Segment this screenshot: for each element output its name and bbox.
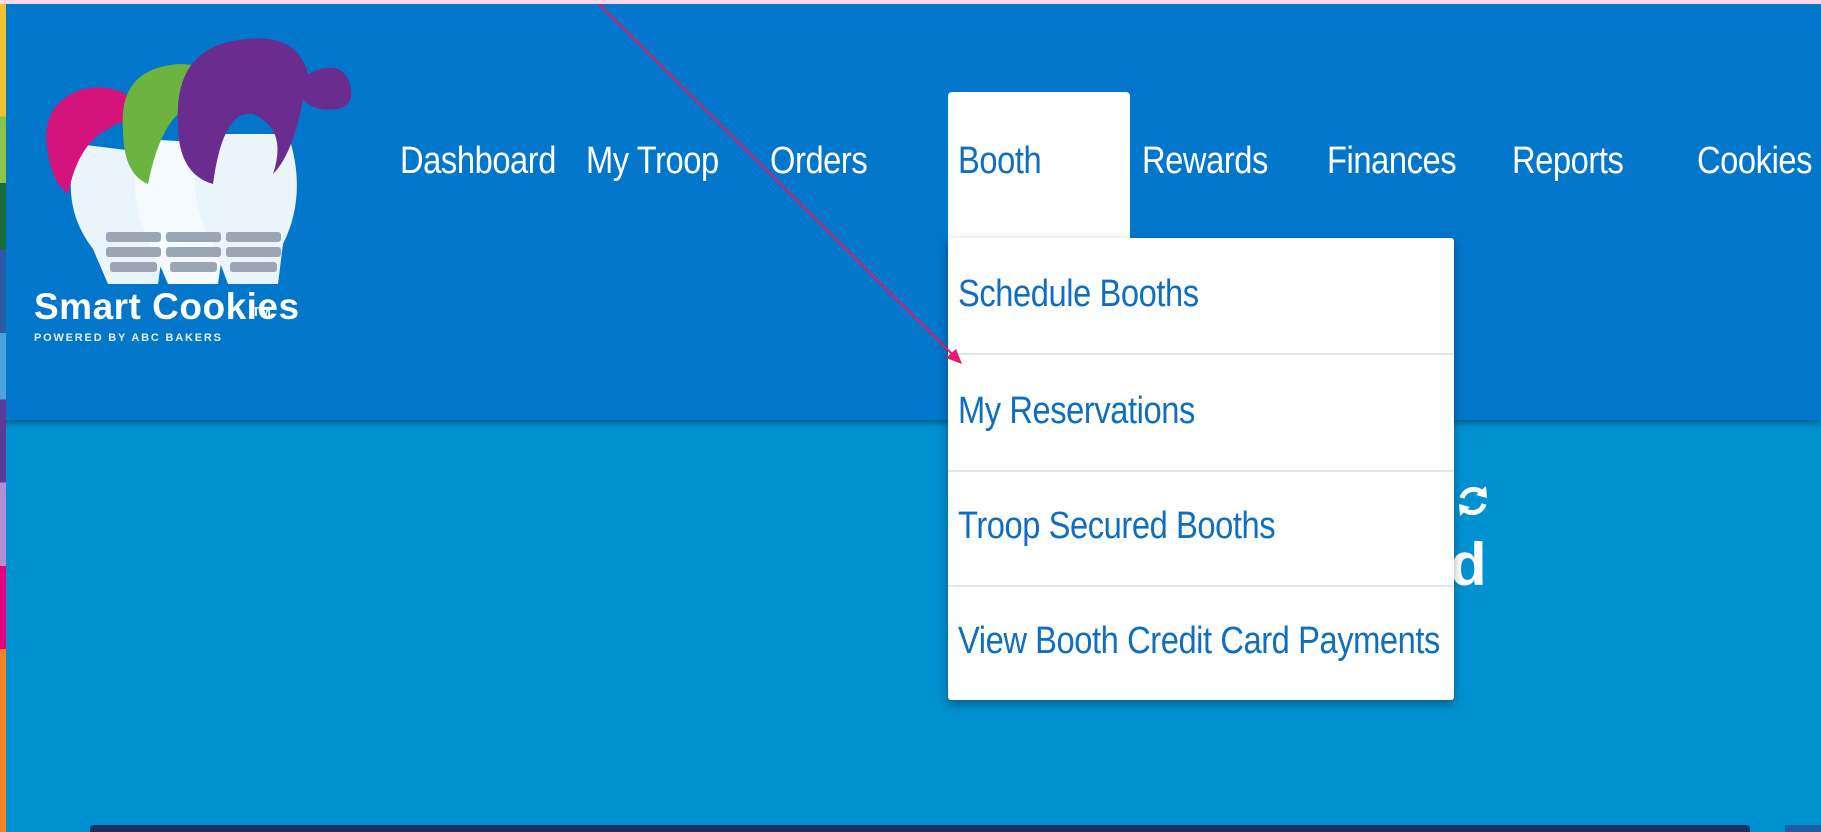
content-panel-top-edge <box>90 825 1750 832</box>
content-panel-edge-right <box>1785 825 1821 832</box>
nav-finances[interactable]: Finances <box>1327 140 1457 183</box>
logo-subtitle: POWERED BY ABC BAKERS <box>34 332 223 344</box>
logo-bulbs-graphic <box>46 38 352 284</box>
menu-item-label: Schedule Booths <box>958 273 1199 315</box>
menu-item-troop-secured-booths[interactable]: Troop Secured Booths <box>948 470 1454 587</box>
nav-reports[interactable]: Reports <box>1512 140 1624 183</box>
top-edge-strip <box>0 0 1821 4</box>
nav-booth-label: Booth <box>958 140 1042 182</box>
nav-rewards[interactable]: Rewards <box>1142 140 1268 183</box>
menu-item-schedule-booths[interactable]: Schedule Booths <box>948 238 1454 355</box>
menu-item-label: View Booth Credit Card Payments <box>958 620 1440 662</box>
menu-item-label: Troop Secured Booths <box>958 505 1276 547</box>
partially-hidden-heading: d <box>1450 531 1487 598</box>
left-color-strip <box>0 0 6 832</box>
nav-cookies[interactable]: Cookies <box>1697 140 1812 183</box>
nav-booth-active-tab[interactable]: Booth <box>948 92 1130 248</box>
smart-cookies-logo[interactable] <box>38 34 378 404</box>
menu-item-label: My Reservations <box>958 390 1195 432</box>
menu-item-my-reservations[interactable]: My Reservations <box>948 355 1454 472</box>
nav-orders[interactable]: Orders <box>770 140 868 183</box>
menu-item-view-booth-credit-card-payments[interactable]: View Booth Credit Card Payments <box>948 585 1454 700</box>
logo-trademark: TM <box>252 304 271 319</box>
refresh-icon[interactable] <box>1456 482 1490 520</box>
nav-dashboard[interactable]: Dashboard <box>400 140 556 183</box>
booth-dropdown-menu: Schedule Booths My Reservations Troop Se… <box>948 238 1454 700</box>
nav-my-troop[interactable]: My Troop <box>586 140 719 183</box>
site-header: Smart Cookies TM POWERED BY ABC BAKERS D… <box>0 0 1821 420</box>
